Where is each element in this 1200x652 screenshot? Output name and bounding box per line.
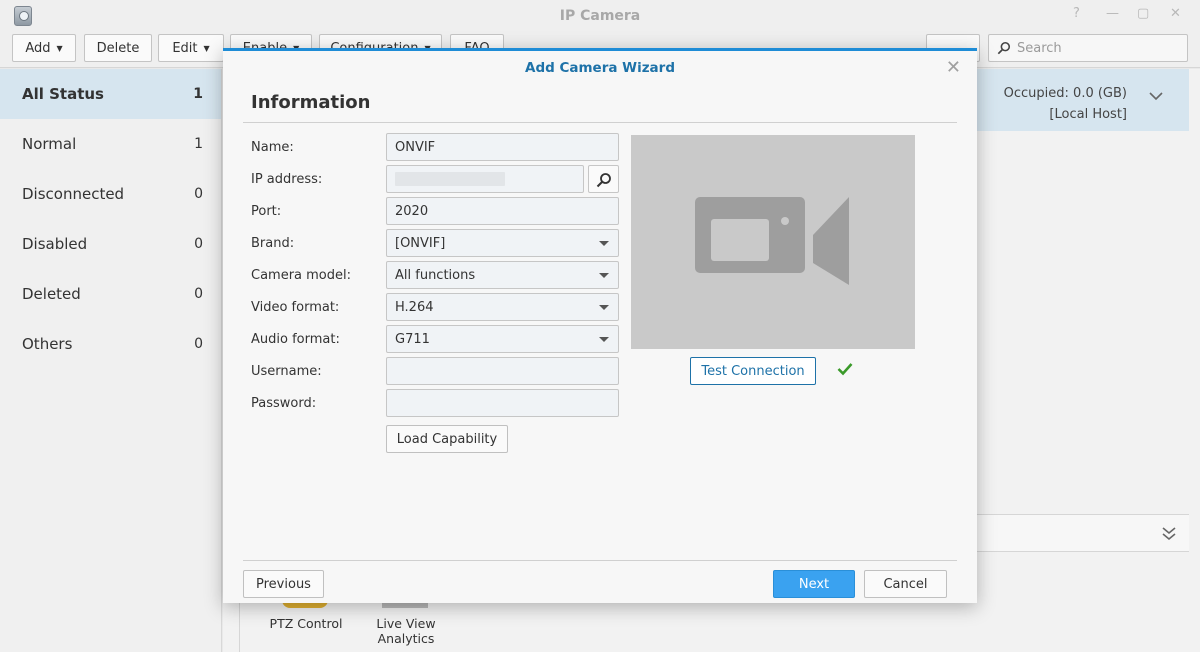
minimize-icon[interactable]: —: [1106, 6, 1119, 21]
sidebar-item-others[interactable]: Others 0: [0, 319, 221, 369]
sidebar-item-label: Disabled: [22, 235, 88, 253]
edit-label: Edit: [172, 40, 198, 56]
camera-model-select[interactable]: All functions: [386, 261, 619, 289]
sidebar-item-disabled[interactable]: Disabled 0: [0, 219, 221, 269]
sidebar-item-label: Disconnected: [22, 185, 125, 203]
sidebar-item-deleted[interactable]: Deleted 0: [0, 269, 221, 319]
add-camera-wizard-dialog: Add Camera Wizard ✕ Information Name: ON…: [223, 48, 977, 603]
sidebar-item-count: 0: [194, 286, 203, 302]
test-connection-button[interactable]: Test Connection: [690, 357, 816, 385]
ip-search-button[interactable]: [588, 165, 619, 193]
brand-label: Brand:: [251, 236, 295, 251]
title-bar: IP Camera ? — ▢ ✕: [0, 0, 1200, 32]
search-icon: [596, 173, 611, 188]
next-button[interactable]: Next: [773, 570, 855, 598]
camera-model-label: Camera model:: [251, 268, 352, 283]
sidebar-item-count: 0: [194, 336, 203, 352]
divider: [243, 122, 957, 123]
help-icon[interactable]: ?: [1073, 6, 1080, 21]
audio-format-label: Audio format:: [251, 332, 340, 347]
search-input[interactable]: Search: [988, 34, 1188, 62]
cancel-button[interactable]: Cancel: [864, 570, 947, 598]
password-label: Password:: [251, 396, 317, 411]
video-format-label: Video format:: [251, 300, 340, 315]
double-chevron-down-icon[interactable]: [1162, 526, 1176, 542]
load-capability-button[interactable]: Load Capability: [386, 425, 508, 453]
sidebar-item-count: 0: [194, 186, 203, 202]
video-format-select[interactable]: H.264: [386, 293, 619, 321]
audio-format-select[interactable]: G711: [386, 325, 619, 353]
sidebar-item-label: Normal: [22, 135, 77, 153]
search-placeholder: Search: [1017, 41, 1062, 56]
app-title: IP Camera: [559, 8, 641, 24]
close-window-icon[interactable]: ✕: [1170, 6, 1181, 21]
maximize-icon[interactable]: ▢: [1137, 6, 1149, 21]
brand-select[interactable]: [ONVIF]: [386, 229, 619, 257]
video-camera-icon: [695, 197, 849, 285]
name-label: Name:: [251, 140, 294, 155]
camera-preview: [631, 135, 915, 349]
edit-button[interactable]: Edit ▼: [158, 34, 224, 62]
ptz-control-label[interactable]: PTZ Control: [254, 616, 358, 631]
port-label: Port:: [251, 204, 282, 219]
add-button[interactable]: Add ▼: [12, 34, 76, 62]
sidebar-item-count: 0: [194, 236, 203, 252]
password-field[interactable]: [386, 389, 619, 417]
sidebar-item-label: Deleted: [22, 285, 81, 303]
section-title: Information: [251, 92, 371, 113]
sidebar-item-label: Others: [22, 335, 73, 353]
search-icon: [997, 41, 1011, 55]
sidebar-item-count: 1: [194, 136, 203, 152]
storage-info: Occupied: 0.0 (GB) [Local Host]: [1004, 83, 1127, 125]
delete-button[interactable]: Delete: [84, 34, 152, 62]
sidebar-item-count: 1: [193, 86, 203, 102]
live-view-analytics-label[interactable]: Live View Analytics: [356, 616, 456, 646]
host-text: [Local Host]: [1049, 107, 1127, 122]
ip-address-label: IP address:: [251, 172, 323, 187]
caret-down-icon: ▼: [203, 43, 210, 53]
chevron-down-icon[interactable]: [1149, 91, 1163, 101]
previous-button[interactable]: Previous: [243, 570, 324, 598]
ip-address-field[interactable]: [386, 165, 584, 193]
sidebar-item-label: All Status: [22, 85, 104, 103]
name-field[interactable]: ONVIF: [386, 133, 619, 161]
port-field[interactable]: 2020: [386, 197, 619, 225]
add-label: Add: [25, 40, 51, 56]
username-field[interactable]: [386, 357, 619, 385]
sidebar-item-all-status[interactable]: All Status 1: [0, 69, 221, 119]
username-label: Username:: [251, 364, 322, 379]
footer-divider: [243, 560, 957, 561]
sidebar-item-normal[interactable]: Normal 1: [0, 119, 221, 169]
occupied-text: Occupied: 0.0 (GB): [1003, 86, 1127, 101]
ip-address-value: [395, 172, 505, 186]
close-icon[interactable]: ✕: [946, 57, 961, 78]
sidebar-item-disconnected[interactable]: Disconnected 0: [0, 169, 221, 219]
success-check-icon: [837, 363, 853, 376]
status-sidebar: All Status 1 Normal 1 Disconnected 0 Disabl…: [0, 69, 222, 652]
dialog-title: Add Camera Wizard: [525, 60, 675, 76]
caret-down-icon: ▼: [56, 43, 63, 53]
